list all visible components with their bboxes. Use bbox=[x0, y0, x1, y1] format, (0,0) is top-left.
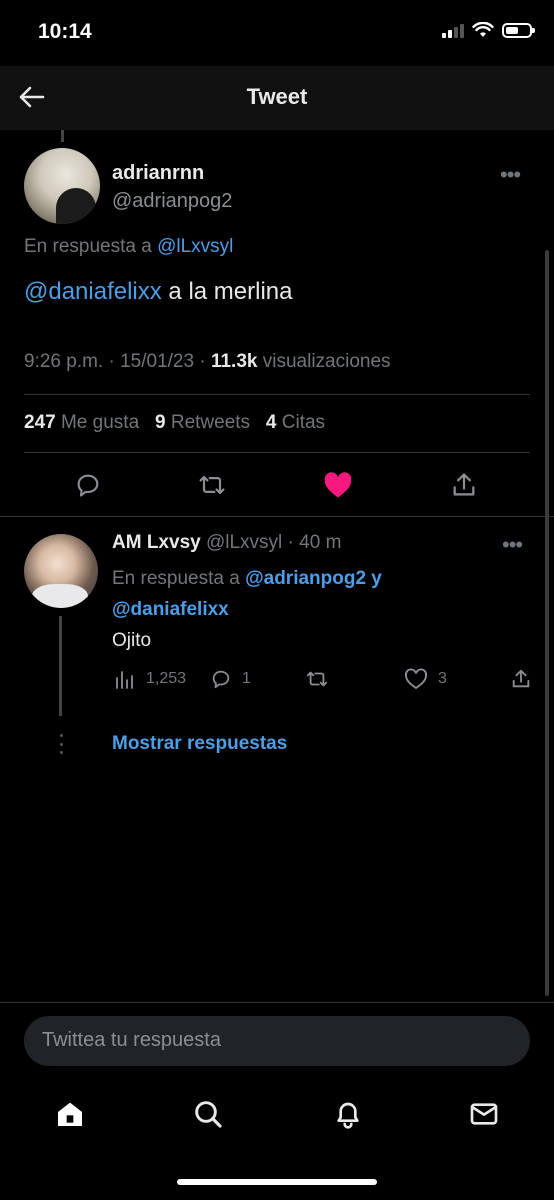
reply-joiner: y bbox=[366, 568, 382, 589]
tweet-stats: 247 Me gusta 9 Retweets 4 Citas bbox=[24, 412, 325, 434]
show-replies-link[interactable]: Mostrar respuestas bbox=[112, 733, 287, 755]
retweet-button[interactable] bbox=[194, 467, 230, 503]
compose-placeholder: Twittea tu respuesta bbox=[42, 1029, 221, 1051]
tweet-text: @daniafelixx a la merlina bbox=[24, 278, 293, 306]
retweet-button[interactable] bbox=[304, 668, 330, 690]
mail-icon bbox=[470, 1103, 498, 1125]
tweet-date: 15/01/23 bbox=[120, 351, 195, 372]
status-time: 10:14 bbox=[38, 20, 92, 43]
reply-button[interactable]: 1 bbox=[210, 668, 251, 690]
nav-notifications[interactable] bbox=[328, 1094, 368, 1134]
avatar[interactable] bbox=[24, 148, 100, 224]
reply-icon bbox=[77, 474, 99, 497]
nav-home[interactable] bbox=[50, 1094, 90, 1134]
more-icon[interactable]: ••• bbox=[500, 162, 521, 188]
retweet-icon bbox=[306, 671, 328, 687]
share-button[interactable] bbox=[510, 668, 532, 690]
divider bbox=[0, 516, 554, 517]
reply-to-link[interactable]: @daniafelixx bbox=[112, 599, 229, 620]
reply-to-link[interactable]: @lLxvsyl bbox=[157, 236, 233, 257]
reply-avatar[interactable] bbox=[24, 534, 98, 608]
share-icon bbox=[512, 669, 530, 688]
thread-line bbox=[61, 130, 64, 142]
search-icon bbox=[195, 1101, 222, 1128]
like-button[interactable] bbox=[320, 467, 356, 503]
likes-count: 3 bbox=[438, 670, 447, 687]
like-button[interactable]: 3 bbox=[404, 668, 447, 690]
views-count: 1,253 bbox=[146, 670, 187, 687]
thread-line bbox=[59, 616, 62, 716]
retweets-count: 9 bbox=[154, 412, 166, 433]
share-icon bbox=[453, 473, 475, 496]
tweet-body: a la merlina bbox=[161, 278, 293, 305]
views-icon bbox=[116, 671, 133, 689]
replies-count: 1 bbox=[242, 670, 251, 687]
likes-count: 247 bbox=[24, 412, 56, 433]
views-button[interactable]: 1,253 bbox=[114, 668, 186, 690]
nav-search[interactable] bbox=[188, 1094, 228, 1134]
bell-icon bbox=[337, 1102, 359, 1129]
likes-stat[interactable]: 247 Me gusta bbox=[24, 412, 139, 433]
separator: · bbox=[194, 351, 211, 372]
mention-link[interactable]: @daniafelixx bbox=[24, 278, 162, 305]
retweets-label: Retweets bbox=[165, 412, 251, 433]
separator: · bbox=[282, 532, 300, 553]
author-handle[interactable]: @adrianpog2 bbox=[112, 190, 232, 213]
heart-icon bbox=[405, 668, 427, 690]
signal-icon bbox=[442, 22, 464, 38]
reply-to-link[interactable]: @adrianpog2 bbox=[245, 568, 366, 589]
reply-text: Ojito bbox=[112, 630, 152, 651]
views-count: 11.3k bbox=[210, 351, 258, 372]
status-icons bbox=[442, 22, 535, 38]
reply-icon bbox=[212, 670, 230, 689]
nav-messages[interactable] bbox=[464, 1094, 504, 1134]
more-replies-dots bbox=[58, 734, 64, 754]
home-icon bbox=[58, 1102, 82, 1126]
author-name[interactable]: adrianrnn bbox=[112, 162, 204, 185]
divider bbox=[24, 452, 530, 453]
reply-header: AM Lxvsy @lLxvsyl · 40 m bbox=[112, 532, 341, 554]
reply-author-handle[interactable]: @lLxvsyl bbox=[201, 532, 282, 553]
reply-button[interactable] bbox=[70, 467, 106, 503]
battery-icon bbox=[502, 22, 535, 38]
wifi-icon bbox=[472, 22, 494, 37]
scrollbar[interactable] bbox=[545, 250, 549, 996]
share-button[interactable] bbox=[446, 467, 482, 503]
reply-prefix: En respuesta a bbox=[24, 236, 158, 257]
retweet-icon bbox=[199, 475, 225, 495]
quotes-label: Citas bbox=[276, 412, 326, 433]
views-label: visualizaciones bbox=[257, 351, 391, 372]
separator: · bbox=[103, 351, 121, 372]
heart-filled-icon bbox=[324, 472, 352, 498]
likes-label: Me gusta bbox=[55, 412, 140, 433]
quotes-stat[interactable]: 4 Citas bbox=[266, 412, 325, 433]
reply-age: 40 m bbox=[299, 532, 342, 553]
retweets-stat[interactable]: 9 Retweets bbox=[155, 412, 250, 433]
reply-author-name[interactable]: AM Lxvsy bbox=[112, 532, 201, 553]
divider bbox=[24, 394, 530, 395]
divider bbox=[0, 1002, 554, 1003]
reply-prefix: En respuesta a bbox=[112, 568, 246, 589]
home-indicator[interactable] bbox=[177, 1179, 377, 1185]
page-title: Tweet bbox=[246, 84, 308, 109]
quotes-count: 4 bbox=[265, 412, 277, 433]
tweet-meta: 9:26 p.m. · 15/01/23 · 11.3k visualizaci… bbox=[24, 351, 391, 373]
more-icon[interactable]: ••• bbox=[502, 532, 523, 558]
tweet-time: 9:26 p.m. bbox=[24, 351, 104, 372]
reply-context: En respuesta a @lLxvsyl bbox=[24, 236, 233, 258]
reply-context: En respuesta a @adrianpog2 y @daniafelix… bbox=[112, 563, 382, 625]
